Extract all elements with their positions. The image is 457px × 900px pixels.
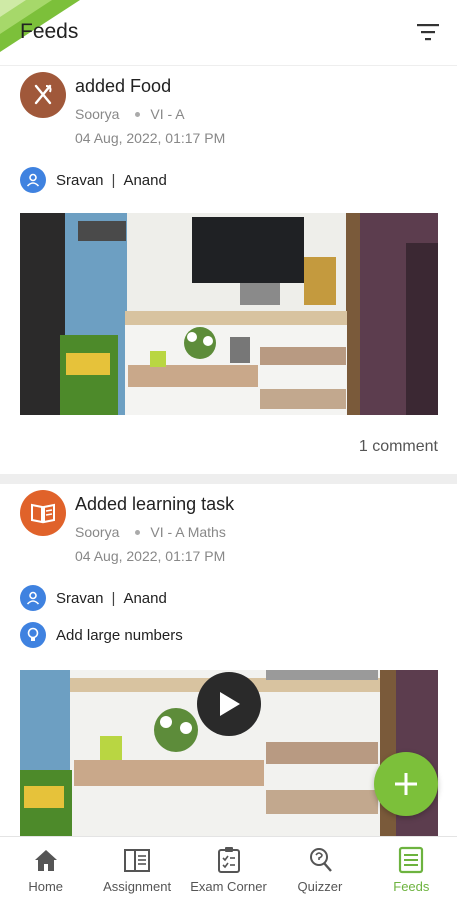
home-icon bbox=[34, 850, 57, 871]
separator: | bbox=[111, 171, 116, 189]
plus-icon bbox=[395, 773, 417, 795]
separator-dot bbox=[135, 111, 141, 117]
feed-title: Added learning task bbox=[75, 494, 235, 514]
person-name: Sravan bbox=[56, 171, 104, 189]
book-icon bbox=[20, 490, 66, 536]
person-icon bbox=[20, 167, 46, 193]
feed-title: added Food bbox=[75, 76, 172, 96]
topic-row: Add large numbers bbox=[20, 622, 183, 648]
top-app-bar: Feeds bbox=[0, 0, 457, 66]
fork-knife-icon bbox=[20, 72, 66, 118]
add-feed-button[interactable] bbox=[374, 752, 438, 816]
people-row: Sravan | Anand bbox=[20, 585, 167, 611]
separator-dot bbox=[135, 529, 141, 535]
feed-card[interactable]: added Food Soorya VI - A 04 Aug, 2022, 0… bbox=[0, 66, 457, 474]
nav-quizzer[interactable]: Quizzer bbox=[274, 837, 365, 900]
nav-label: Exam Corner bbox=[190, 879, 267, 894]
class-name: VI - A Maths bbox=[150, 524, 226, 540]
author-name: Soorya bbox=[75, 524, 120, 540]
nav-feeds[interactable]: Feeds bbox=[366, 837, 457, 900]
photo-illustration bbox=[20, 213, 438, 415]
person-name: Sravan bbox=[56, 589, 104, 607]
page-title: Feeds bbox=[20, 20, 79, 43]
nav-label: Quizzer bbox=[297, 879, 343, 894]
exam-corner-icon bbox=[217, 847, 240, 873]
assignment-icon bbox=[124, 849, 151, 872]
feed-meta: Soorya VI - A Maths bbox=[75, 524, 226, 540]
people-row: Sravan | Anand bbox=[20, 167, 167, 193]
feed-meta: Soorya VI - A bbox=[75, 106, 185, 122]
quizzer-icon bbox=[309, 848, 332, 872]
separator: | bbox=[111, 589, 116, 607]
feed-photo[interactable] bbox=[20, 213, 438, 415]
author-name: Soorya bbox=[75, 106, 120, 122]
person-icon bbox=[20, 585, 46, 611]
feed-date: 04 Aug, 2022, 01:17 PM bbox=[75, 130, 226, 146]
nav-exam-corner[interactable]: Exam Corner bbox=[183, 837, 274, 900]
feeds-icon bbox=[399, 846, 424, 874]
card-divider bbox=[0, 474, 457, 484]
play-icon bbox=[220, 692, 240, 716]
nav-home[interactable]: Home bbox=[0, 837, 91, 900]
nav-assignment[interactable]: Assignment bbox=[91, 837, 182, 900]
topic-name: Add large numbers bbox=[56, 626, 183, 644]
comment-count[interactable]: 1 comment bbox=[359, 438, 438, 456]
class-name: VI - A bbox=[150, 106, 185, 122]
person-name: Anand bbox=[123, 589, 167, 607]
nav-label: Feeds bbox=[393, 879, 430, 894]
bottom-navigation: Home Assignment Exam Corner Quizzer Feed… bbox=[0, 836, 457, 900]
nav-label: Assignment bbox=[103, 879, 172, 894]
person-name: Anand bbox=[123, 171, 167, 189]
feed-date: 04 Aug, 2022, 01:17 PM bbox=[75, 548, 226, 564]
nav-label: Home bbox=[28, 879, 64, 894]
bulb-icon bbox=[20, 622, 46, 648]
filter-icon[interactable] bbox=[417, 22, 439, 42]
play-video-button[interactable] bbox=[197, 672, 261, 736]
